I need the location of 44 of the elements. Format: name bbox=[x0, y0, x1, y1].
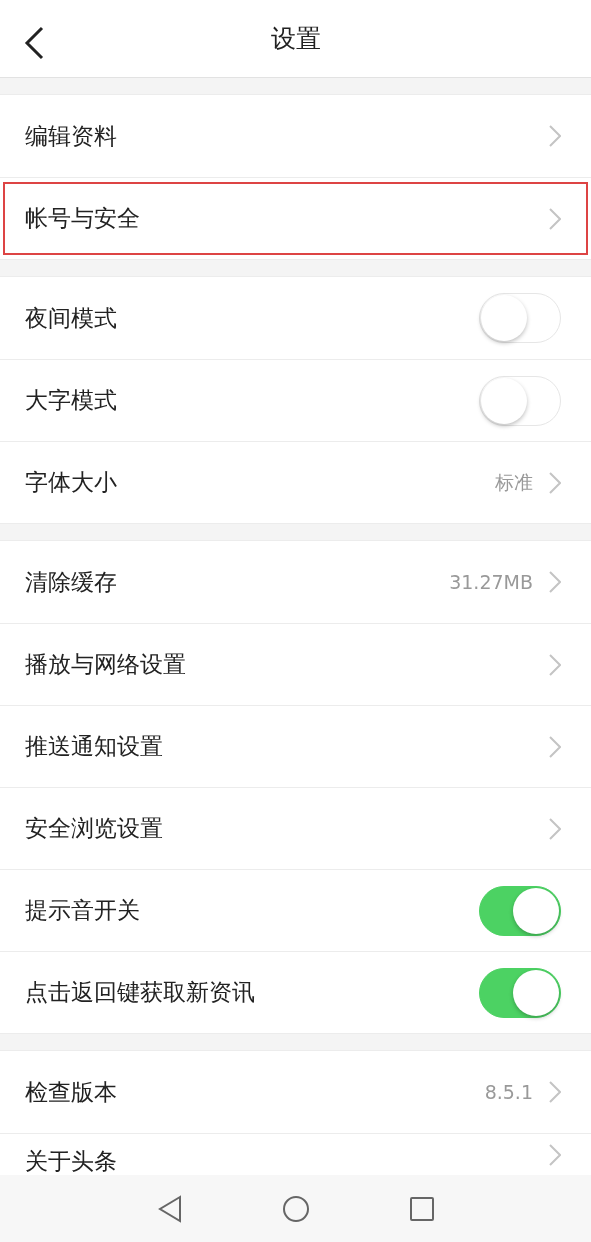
settings-row[interactable]: 夜间模式 bbox=[0, 277, 591, 359]
row-label: 帐号与安全 bbox=[25, 204, 140, 234]
row-value: 8.5.1 bbox=[484, 1079, 533, 1105]
row-label: 关于头条 bbox=[25, 1147, 117, 1176]
settings-row[interactable]: 提示音开关 bbox=[0, 869, 591, 951]
toggle-switch[interactable] bbox=[479, 885, 561, 936]
row-label: 安全浏览设置 bbox=[25, 814, 163, 844]
settings-row[interactable]: 编辑资料 bbox=[0, 95, 591, 177]
row-label: 大字模式 bbox=[25, 386, 117, 416]
row-label: 检查版本 bbox=[25, 1077, 117, 1107]
row-value: 标准 bbox=[495, 470, 533, 496]
chevron-icon bbox=[549, 1081, 561, 1103]
home-nav-icon[interactable] bbox=[281, 1194, 310, 1223]
settings-row[interactable]: 字体大小 标准 bbox=[0, 441, 591, 523]
row-label: 点击返回键获取新资讯 bbox=[25, 978, 255, 1008]
row-label: 编辑资料 bbox=[25, 121, 117, 151]
row-label: 夜间模式 bbox=[25, 303, 117, 333]
chevron-icon bbox=[549, 817, 561, 840]
chevron-icon bbox=[549, 653, 561, 676]
settings-row[interactable]: 清除缓存 31.27MB bbox=[0, 541, 591, 623]
back-nav-icon[interactable] bbox=[157, 1194, 182, 1223]
chevron-icon bbox=[549, 735, 561, 758]
settings-row[interactable]: 大字模式 bbox=[0, 359, 591, 441]
chevron-icon bbox=[549, 1144, 561, 1166]
row-label: 播放与网络设置 bbox=[25, 650, 186, 680]
row-label: 清除缓存 bbox=[25, 567, 117, 597]
chevron-icon bbox=[549, 471, 561, 494]
chevron-icon bbox=[549, 571, 561, 593]
chevron-icon bbox=[549, 125, 561, 147]
settings-row[interactable]: 点击返回键获取新资讯 bbox=[0, 951, 591, 1033]
page-title: 设置 bbox=[270, 22, 321, 55]
settings-row[interactable]: 播放与网络设置 bbox=[0, 623, 591, 705]
settings-row[interactable]: 推送通知设置 bbox=[0, 705, 591, 787]
row-value: 31.27MB bbox=[449, 569, 533, 595]
row-label: 推送通知设置 bbox=[25, 732, 163, 762]
recents-nav-icon[interactable] bbox=[409, 1196, 434, 1221]
toggle-switch[interactable] bbox=[479, 967, 561, 1018]
back-icon[interactable] bbox=[24, 26, 44, 60]
row-label: 字体大小 bbox=[25, 468, 117, 498]
settings-row[interactable]: 检查版本 8.5.1 bbox=[0, 1051, 591, 1133]
settings-row[interactable]: 安全浏览设置 bbox=[0, 787, 591, 869]
chevron-icon bbox=[549, 207, 561, 230]
settings-row[interactable]: 帐号与安全 bbox=[0, 177, 591, 259]
row-label: 提示音开关 bbox=[25, 896, 140, 926]
